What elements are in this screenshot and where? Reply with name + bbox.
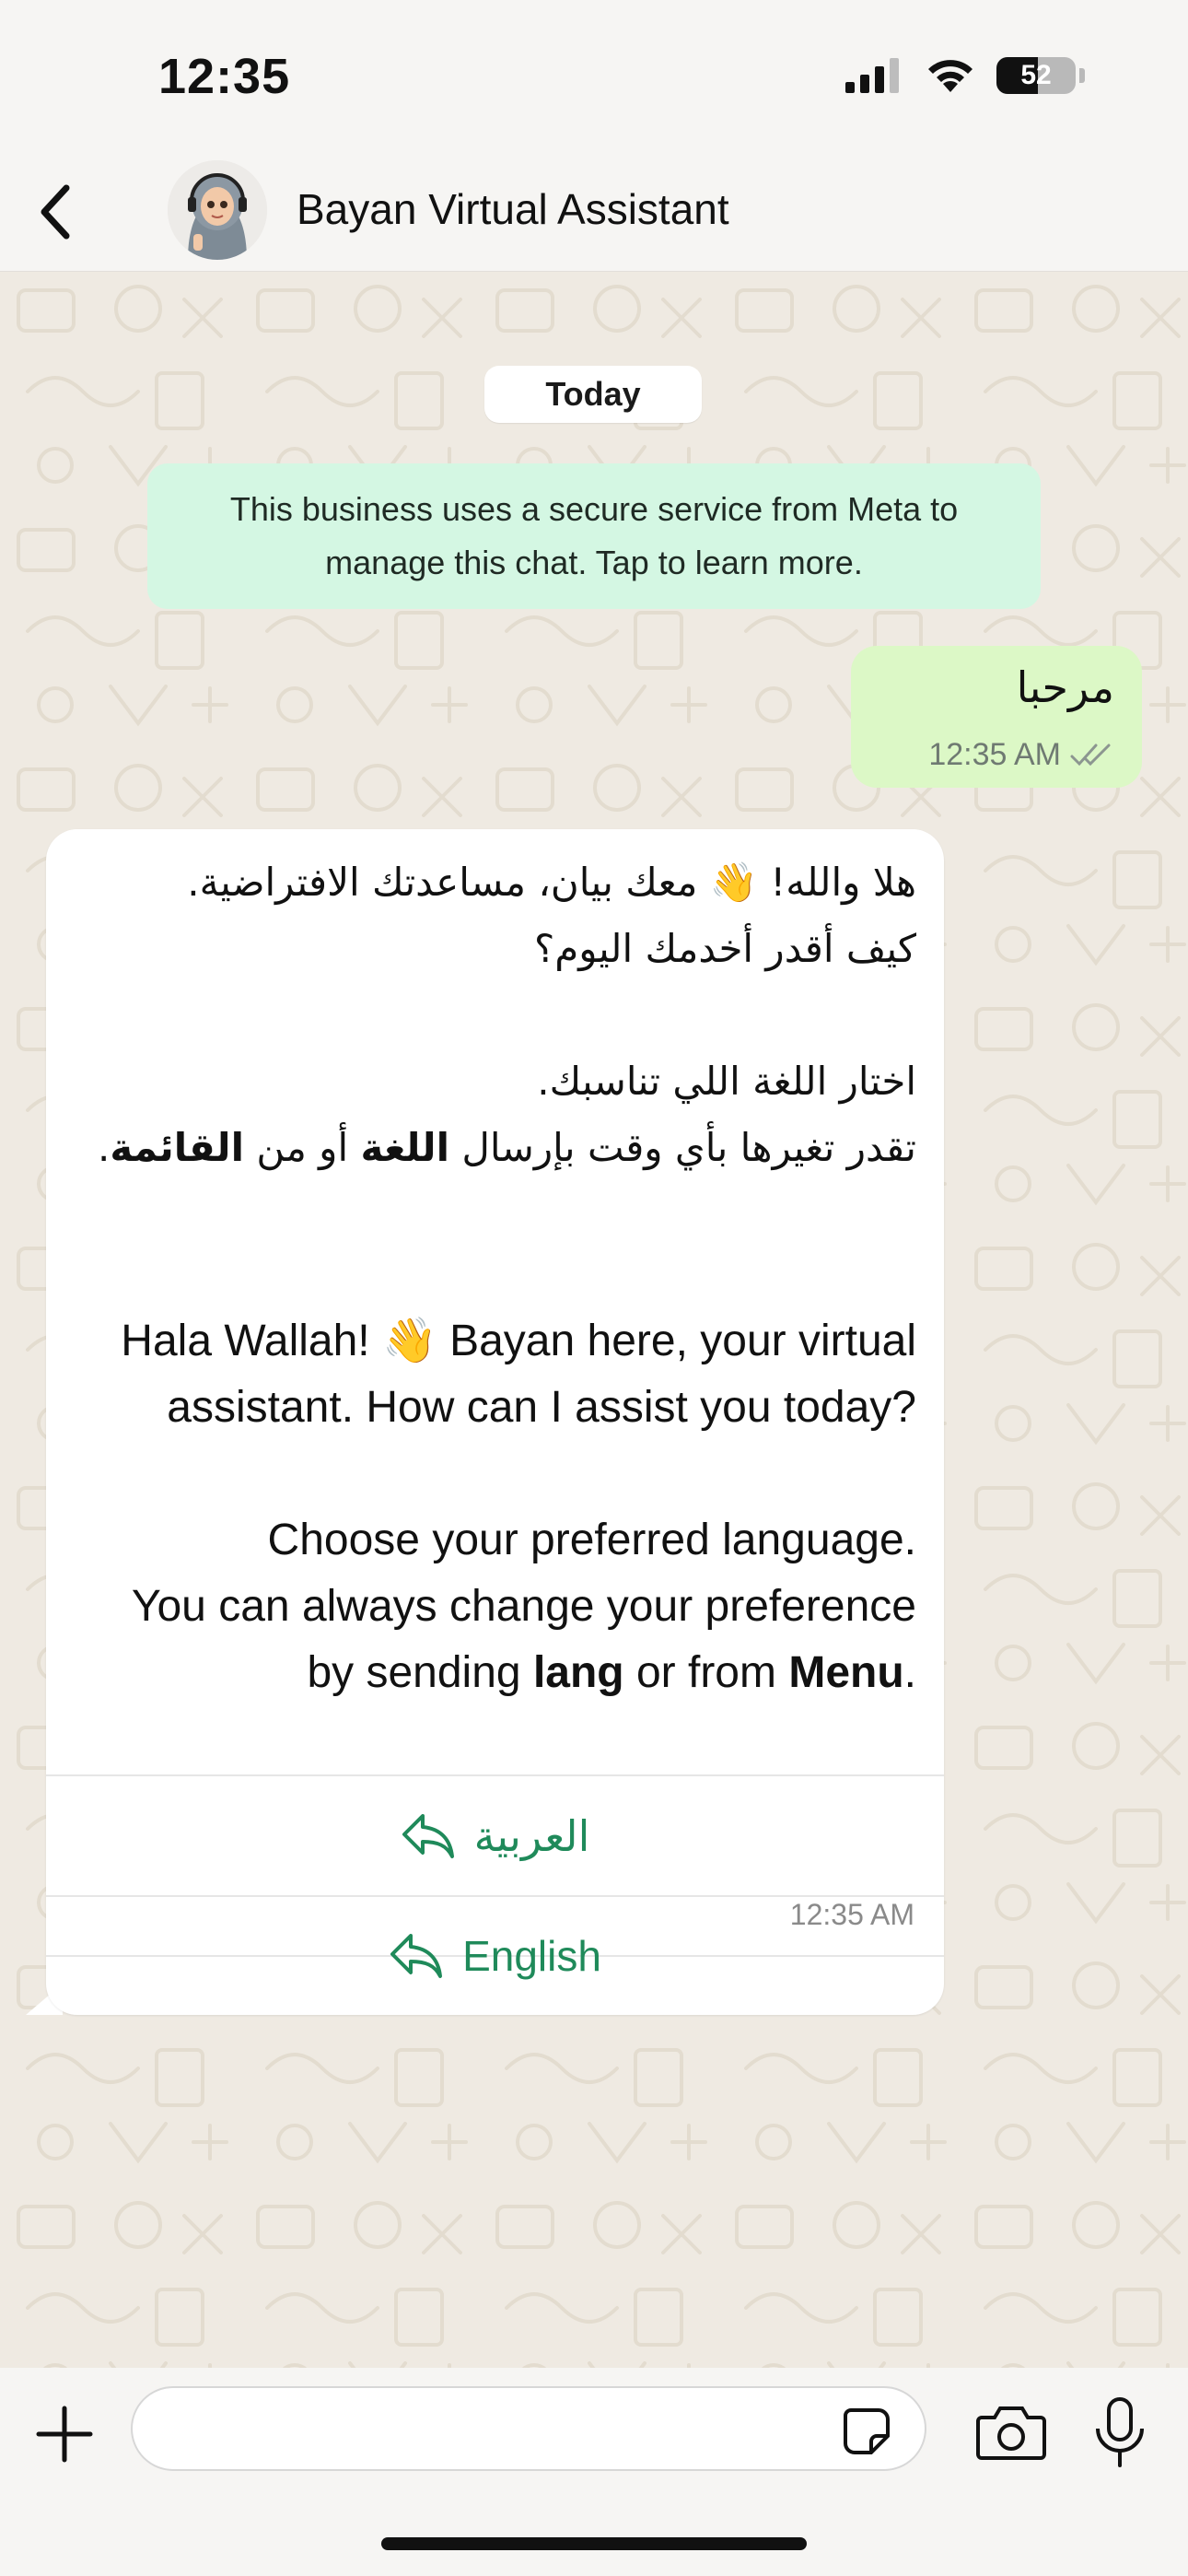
chat-header: Bayan Virtual Assistant (0, 157, 1188, 272)
english-line-change: You can always change your preference by… (74, 1574, 916, 1706)
camera-icon[interactable] (974, 2403, 1048, 2462)
arabic-period: . (98, 1125, 111, 1170)
outgoing-time: 12:35 AM (928, 737, 1061, 772)
status-time: 12:35 (158, 49, 291, 104)
plus-icon[interactable] (33, 2403, 96, 2465)
battery-tip (1079, 68, 1085, 83)
outgoing-meta: 12:35 AM (928, 737, 1114, 773)
arabic-line-3: اختار اللغة اللي تناسبك. (537, 1059, 916, 1104)
outgoing-text: مرحبا (1016, 662, 1114, 712)
double-check-icon (1070, 744, 1111, 766)
home-indicator (381, 2537, 807, 2550)
message-arabic: هلا والله! 👋 معك بيان، مساعدتك الافتراضي… (74, 849, 916, 1181)
reply-arrow-icon (390, 1934, 443, 1978)
battery-icon: 52 (996, 57, 1076, 94)
arabic-bold-lang: اللغة (360, 1125, 449, 1170)
status-bar: 12:35 52 (0, 0, 1188, 157)
microphone-icon[interactable] (1090, 2395, 1149, 2469)
sticker-icon[interactable] (840, 2405, 893, 2458)
wifi-icon (928, 60, 973, 92)
avatar[interactable] (168, 160, 267, 260)
arabic-line-1: هلا والله! 👋 معك بيان، مساعدتك الافتراضي… (187, 860, 916, 905)
input-bar (0, 2368, 1188, 2576)
quick-reply-label: English (462, 1932, 601, 1980)
battery-level: 52 (1020, 60, 1052, 90)
status-icons: 52 (845, 57, 1085, 94)
english-bold-menu: Menu (788, 1648, 904, 1697)
chat-area[interactable]: Today This business uses a secure servic… (0, 272, 1188, 2368)
quick-reply-english[interactable]: English (46, 1897, 944, 2015)
english-period: . (903, 1648, 916, 1697)
quick-reply-arabic[interactable]: العربية (46, 1777, 944, 1895)
arabic-text: أو من (256, 1125, 349, 1170)
notice-text: This business uses a secure service from… (229, 490, 959, 581)
quick-reply-label: العربية (473, 1811, 590, 1861)
message-english: Hala Wallah! 👋 Bayan here, your virtual … (74, 1308, 916, 1706)
english-paragraph-1: Hala Wallah! 👋 Bayan here, your virtual … (121, 1317, 916, 1432)
message-input[interactable] (131, 2386, 926, 2471)
reply-arrow-icon (402, 1814, 454, 1858)
english-text: or from (635, 1648, 776, 1697)
chevron-left-icon (41, 184, 70, 240)
chat-title[interactable]: Bayan Virtual Assistant (297, 184, 729, 234)
signal-icon (845, 58, 899, 93)
arabic-text: تقدر تغيرها بأي وقت بإرسال (461, 1125, 916, 1170)
arabic-line-2: كيف أقدر أخدمك اليوم؟ (534, 926, 916, 971)
date-chip: Today (484, 366, 702, 423)
avatar-illustration (168, 160, 267, 260)
arabic-line-4: تقدر تغيرها بأي وقت بإرسال اللغة أو من ا… (74, 1115, 916, 1181)
english-line-choose: Choose your preferred language. (267, 1516, 916, 1564)
back-button[interactable] (28, 175, 83, 249)
encryption-notice[interactable]: This business uses a secure service from… (147, 463, 1041, 609)
english-bold-lang: lang (532, 1648, 624, 1697)
arabic-bold-menu: القائمة (110, 1125, 244, 1170)
outgoing-message[interactable]: مرحبا 12:35 AM (851, 646, 1142, 788)
divider (46, 1774, 944, 1776)
